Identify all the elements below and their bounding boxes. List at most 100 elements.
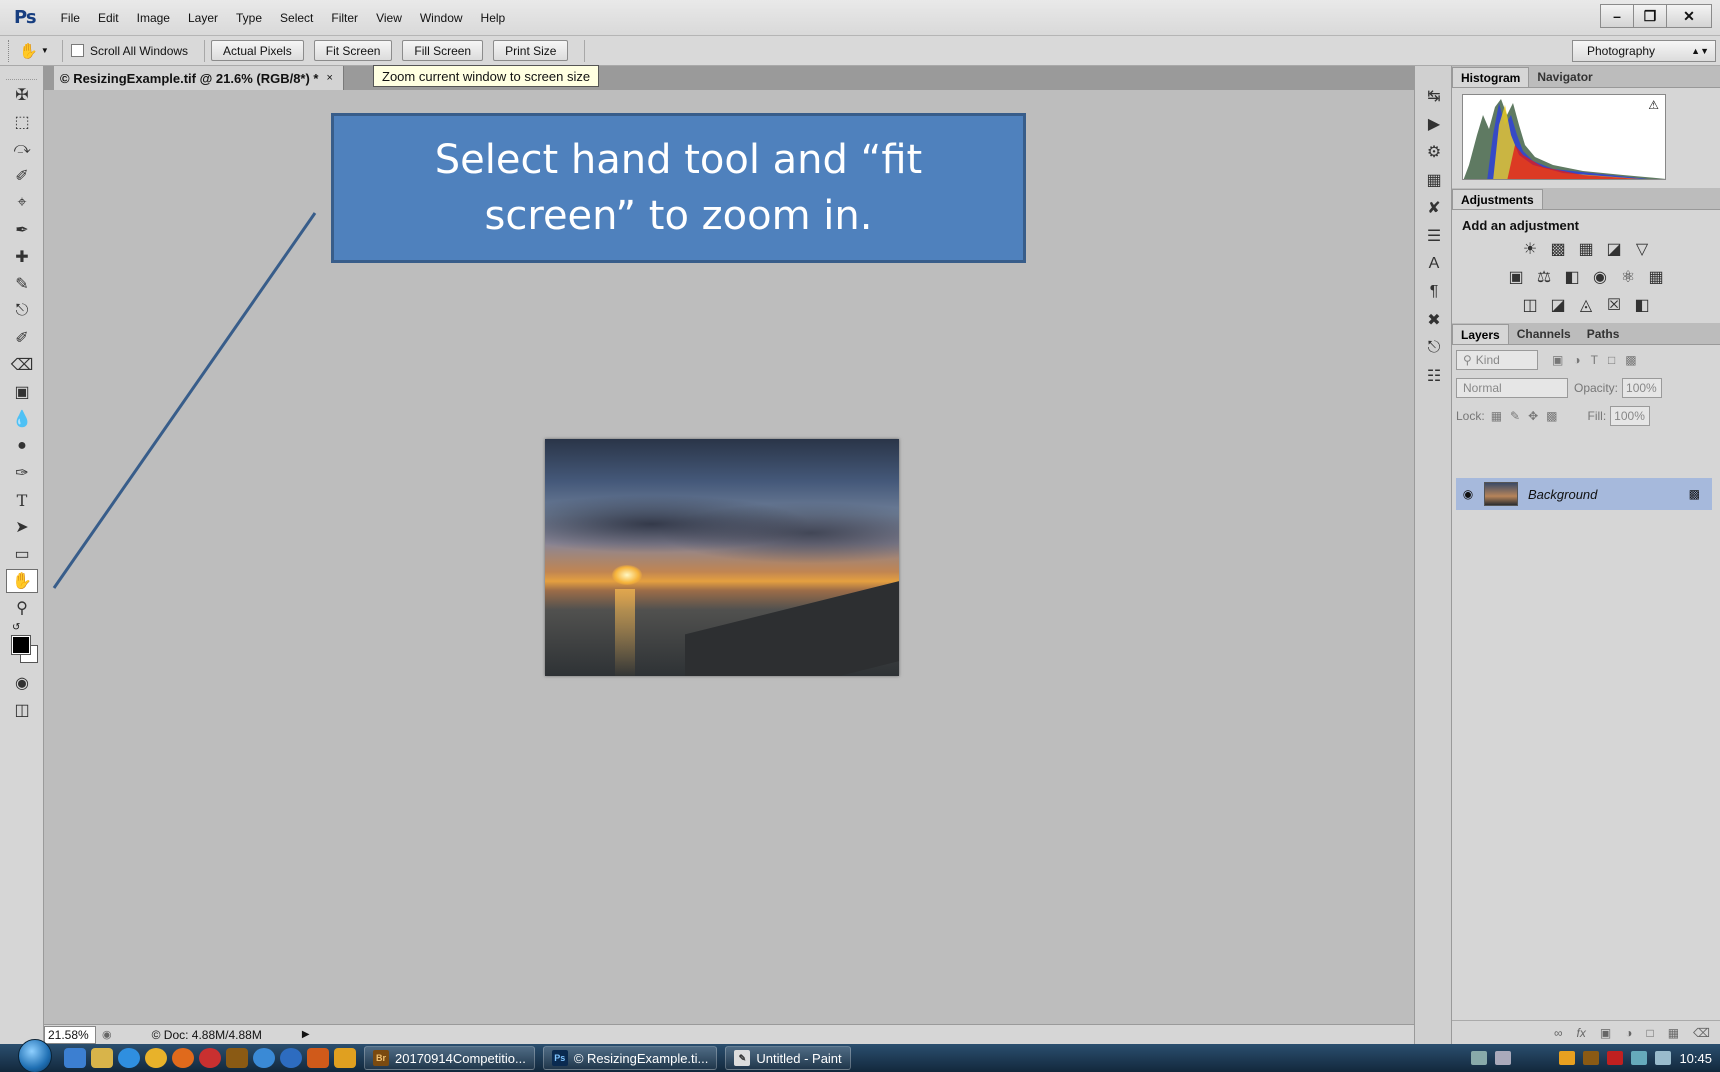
threshold-icon[interactable]: ◬	[1576, 295, 1596, 315]
lock-transparency-icon[interactable]: ▦	[1491, 409, 1502, 423]
new-group-icon[interactable]: □	[1646, 1026, 1653, 1040]
lock-icon[interactable]: ▩	[1689, 487, 1700, 501]
task-paint[interactable]: ✎ Untitled - Paint	[725, 1046, 851, 1070]
posterize-icon[interactable]: ◪	[1548, 295, 1568, 315]
character-panel-icon[interactable]: A	[1420, 252, 1448, 276]
tool-preset-picker[interactable]: ✋ ▼	[12, 40, 56, 62]
task-bridge[interactable]: Br 20170914Competitio...	[364, 1046, 535, 1070]
foreground-color[interactable]	[11, 635, 31, 655]
type-icon[interactable]: T	[6, 488, 38, 512]
vibrance-icon[interactable]: ▽	[1632, 239, 1652, 259]
lock-pixels-icon[interactable]: ✎	[1510, 409, 1520, 423]
warning-icon[interactable]: ⚠	[1648, 98, 1659, 112]
3d-panel-icon[interactable]: ⚙	[1420, 140, 1448, 164]
app-pin-blue[interactable]	[253, 1048, 275, 1068]
tab-paths[interactable]: Paths	[1579, 324, 1628, 344]
zoom-level-field[interactable]: 21.58%	[44, 1025, 96, 1044]
link-layers-icon[interactable]: ∞	[1554, 1026, 1563, 1040]
clone-source-icon[interactable]: ⎋	[1420, 336, 1448, 360]
firefox-pin[interactable]	[172, 1048, 194, 1068]
filter-adjustment-icon[interactable]: ◑	[1573, 353, 1580, 367]
hand-icon[interactable]: ✋	[6, 569, 38, 593]
gradient-map-icon[interactable]: ☒	[1604, 295, 1624, 315]
selective-color-icon[interactable]: ◧	[1632, 295, 1652, 315]
curves-icon[interactable]: ▦	[1576, 239, 1596, 259]
visibility-eye-icon[interactable]: ◉	[1456, 487, 1480, 501]
media-pin[interactable]	[307, 1048, 329, 1068]
explorer-pin[interactable]	[91, 1048, 113, 1068]
document-tab[interactable]: © ResizingExample.tif @ 21.6% (RGB/8*) *…	[54, 66, 344, 90]
marquee-icon[interactable]: ⬚	[6, 110, 38, 134]
screen-mode-icon[interactable]: ◫	[6, 698, 38, 722]
minimize-button[interactable]: –	[1600, 4, 1634, 28]
zoom-icon[interactable]: ⚲	[6, 596, 38, 620]
paragraph-panel-icon[interactable]: ¶	[1420, 280, 1448, 304]
tab-layers[interactable]: Layers	[1452, 324, 1509, 344]
properties-panel-icon[interactable]: ☰	[1420, 224, 1448, 248]
quick-mask-icon[interactable]: ◉	[6, 671, 38, 695]
exposure-icon[interactable]: ◪	[1604, 239, 1624, 259]
menu-help[interactable]: Help	[472, 11, 515, 25]
brightness-icon[interactable]: ☀	[1520, 239, 1540, 259]
layer-row-background[interactable]: ◉ Background ▩	[1456, 478, 1712, 510]
lock-position-icon[interactable]: ✥	[1528, 409, 1538, 423]
flag-icon[interactable]	[1495, 1051, 1512, 1065]
eyedropper-icon[interactable]: ✒	[6, 218, 38, 242]
menu-image[interactable]: Image	[128, 11, 179, 25]
menu-filter[interactable]: Filter	[322, 11, 367, 25]
layer-comps-icon[interactable]: ☷	[1420, 364, 1448, 388]
volume-icon[interactable]	[1655, 1051, 1672, 1065]
add-mask-icon[interactable]: ▣	[1600, 1026, 1611, 1040]
delete-layer-icon[interactable]: ⌫	[1693, 1026, 1710, 1040]
gradient-icon[interactable]: ▣	[6, 380, 38, 404]
fit-screen-button[interactable]: Fit Screen	[313, 40, 393, 61]
menu-type[interactable]: Type	[227, 11, 271, 25]
filter-pixel-icon[interactable]: ▣	[1552, 353, 1563, 367]
path-select-icon[interactable]: ➤	[6, 515, 38, 539]
layer-name[interactable]: Background	[1528, 487, 1597, 502]
bridge-pin[interactable]	[226, 1048, 248, 1068]
clone-stamp-icon[interactable]: ⎋	[6, 299, 38, 323]
zoom-export-icon[interactable]: ◉	[102, 1028, 112, 1041]
filter-type-icon[interactable]: T	[1591, 353, 1598, 367]
menu-layer[interactable]: Layer	[179, 11, 227, 25]
blur-icon[interactable]: 💧	[6, 407, 38, 431]
pen-icon[interactable]: ✑	[6, 461, 38, 485]
tool-presets-icon[interactable]: ✖	[1420, 308, 1448, 332]
photo-filter-icon[interactable]: ◉	[1590, 267, 1610, 287]
tab-histogram[interactable]: Histogram	[1452, 67, 1530, 87]
black-white-icon[interactable]: ◧	[1562, 267, 1582, 287]
color-balance-icon[interactable]: ⚖	[1534, 267, 1554, 287]
close-tab-icon[interactable]: ×	[327, 72, 333, 84]
crop-icon[interactable]: ⌖	[6, 191, 38, 215]
fill-field[interactable]: 100%	[1610, 406, 1651, 426]
menu-select[interactable]: Select	[271, 11, 322, 25]
swatches-panel-icon[interactable]: ▦	[1420, 168, 1448, 192]
print-size-button[interactable]: Print Size	[493, 40, 569, 61]
adjustment-layer-icon[interactable]: ◑	[1625, 1026, 1632, 1040]
eraser-icon[interactable]: ⌫	[6, 353, 38, 377]
tab-channels[interactable]: Channels	[1509, 324, 1579, 344]
actual-pixels-button[interactable]: Actual Pixels	[211, 40, 304, 61]
app-pin[interactable]	[199, 1048, 221, 1068]
lock-all-icon[interactable]: ▩	[1546, 409, 1557, 423]
new-layer-icon[interactable]: ▦	[1668, 1026, 1679, 1040]
clock[interactable]: 10:45	[1679, 1051, 1712, 1066]
menu-window[interactable]: Window	[411, 11, 472, 25]
brush-icon[interactable]: ✎	[6, 272, 38, 296]
fill-screen-button[interactable]: Fill Screen	[402, 40, 484, 61]
rectangle-icon[interactable]: ▭	[6, 542, 38, 566]
swap-colors-icon[interactable]: ↺	[12, 622, 20, 633]
app-pin-orange[interactable]	[334, 1048, 356, 1068]
actions-panel-icon[interactable]: ▶	[1420, 112, 1448, 136]
move-icon[interactable]: ✠	[6, 83, 38, 107]
channel-mixer-icon[interactable]: ⚛	[1618, 267, 1638, 287]
tray-network-icon[interactable]	[1631, 1051, 1648, 1065]
workspace-select[interactable]: Photography ▲▼	[1572, 40, 1716, 62]
task-photoshop[interactable]: Ps © ResizingExample.ti...	[542, 1046, 718, 1070]
restore-button[interactable]: ❐	[1633, 4, 1667, 28]
hue-saturation-icon[interactable]: ▣	[1506, 267, 1526, 287]
scroll-all-windows-option[interactable]: Scroll All Windows	[71, 44, 188, 58]
lasso-icon[interactable]: ⤼	[6, 137, 38, 161]
filter-shape-icon[interactable]: □	[1608, 353, 1615, 367]
